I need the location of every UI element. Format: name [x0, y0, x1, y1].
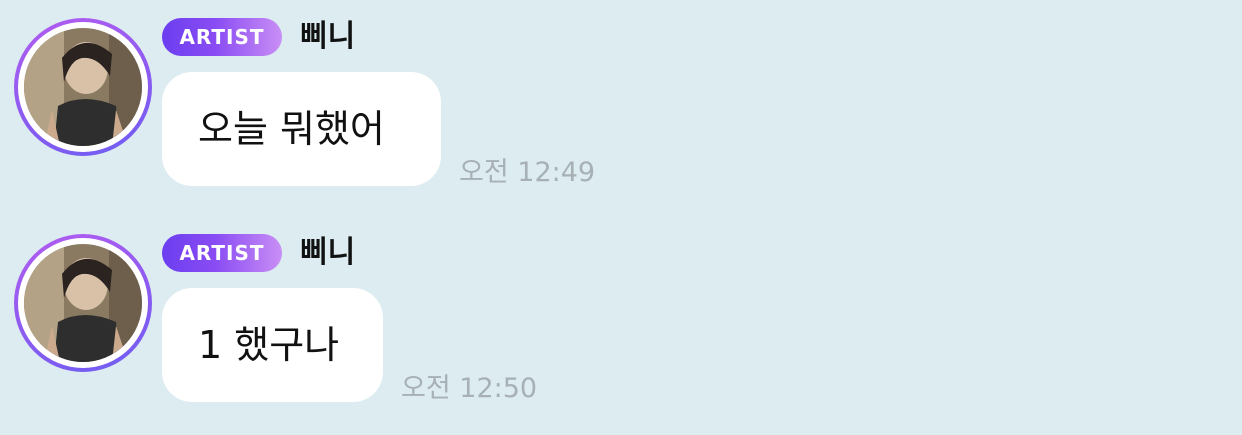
message-time: 오전 12:50 [401, 373, 538, 404]
artist-badge: ARTIST [162, 18, 282, 56]
avatar[interactable] [14, 234, 152, 372]
sender-name: 삐니 [300, 19, 356, 54]
sender-name: 삐니 [300, 235, 356, 270]
message-bubble[interactable]: 1 했구나 [162, 288, 383, 402]
chat-message: ARTIST 삐니 오늘 뭐했어 오전 12:49 [0, 0, 1242, 200]
avatar[interactable] [14, 18, 152, 156]
message-bubble[interactable]: 오늘 뭐했어 [162, 72, 441, 186]
avatar-photo [24, 244, 142, 362]
artist-badge: ARTIST [162, 234, 282, 272]
chat-message: ARTIST 삐니 1 했구나 오전 12:50 [0, 216, 1242, 416]
message-time: 오전 12:49 [459, 157, 596, 188]
chat-screen: { "messages": [ { "badge": "ARTIST", "se… [0, 0, 1242, 435]
avatar-photo [24, 28, 142, 146]
